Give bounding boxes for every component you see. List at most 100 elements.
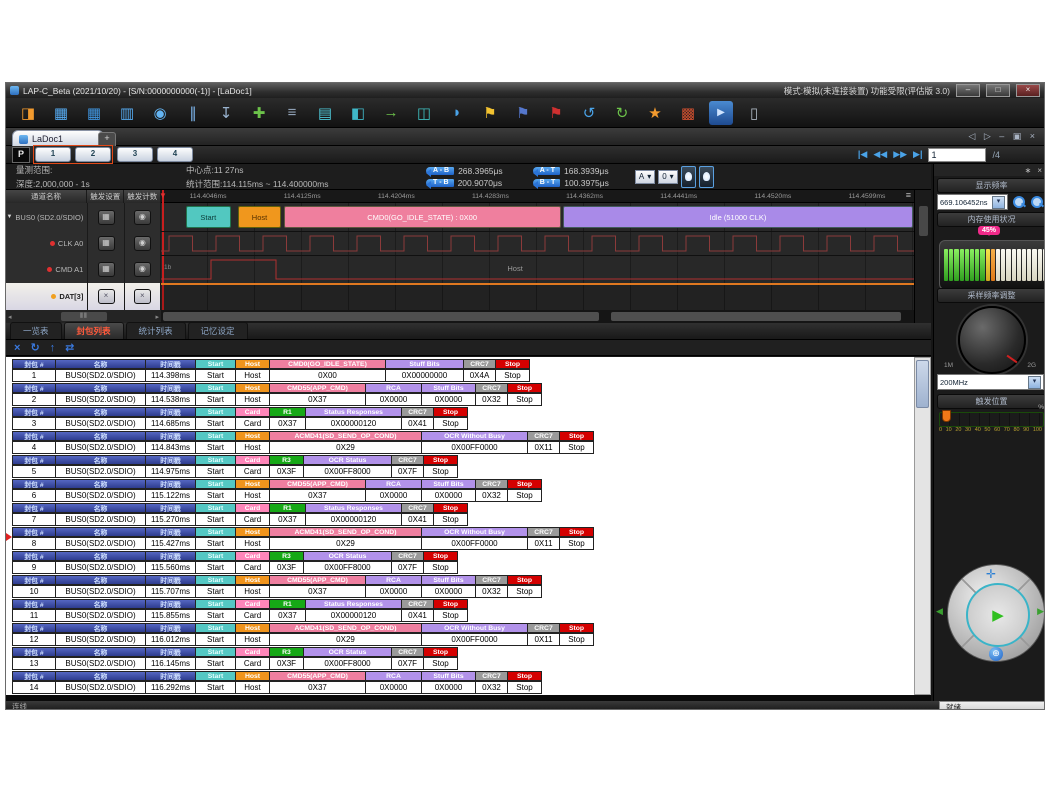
globe-icon[interactable]: ⊕ (989, 647, 1003, 661)
cursor-a-select[interactable]: A▾ (635, 170, 655, 184)
bus-settings-icon[interactable]: ▤ (313, 101, 337, 125)
save-icon[interactable]: ▦ (49, 101, 73, 125)
filter-button[interactable]: ▦ (98, 262, 115, 277)
color-cards-icon[interactable]: ◫ (412, 101, 436, 125)
waveform-v-scrollbar[interactable] (914, 190, 931, 323)
probe-icon[interactable]: ↧ (214, 101, 238, 125)
usb-device-icon[interactable]: ▯ (742, 101, 766, 125)
cursor-b-select[interactable]: 0▾ (658, 170, 677, 184)
add-tab-button[interactable]: + (98, 132, 116, 147)
maximize-button[interactable]: □ (986, 84, 1010, 97)
decode-block-teal[interactable]: Start (186, 206, 231, 228)
page-button-2[interactable]: 2 (75, 147, 111, 162)
slider-pointer[interactable] (942, 410, 951, 422)
packet-table[interactable]: 封包 #名称时间戳StartHostCMD0(GO_IDLE_STATE)Stu… (6, 357, 914, 695)
decode-block-purple[interactable]: Idle (51000 CLK) (563, 206, 913, 228)
packet-data-row[interactable]: 11BUS0(SD2.0/SDIO)115.855msStartCard0X37… (12, 609, 468, 622)
packet-data-row[interactable]: 2BUS0(SD2.0/SDIO)114.538msStartHost0X370… (12, 393, 542, 406)
packet-data-row[interactable]: 6BUS0(SD2.0/SDIO)115.122msStartHost0X370… (12, 489, 542, 502)
zoom-out-icon[interactable] (1029, 195, 1044, 209)
packet-data-row[interactable]: 7BUS0(SD2.0/SDIO)115.270msStartCard0X370… (12, 513, 468, 526)
play-icon[interactable]: ▶ (992, 606, 1004, 624)
trigger-button[interactable]: × (134, 289, 151, 304)
packet-data-row[interactable]: 4BUS0(SD2.0/SDIO)114.843msStartHost0X290… (12, 441, 594, 454)
expand-icon[interactable]: ▼ (6, 214, 12, 220)
close-panel-icon[interactable]: × (1037, 166, 1042, 175)
bottom-tab-4[interactable]: 记忆设定 (188, 322, 248, 339)
open-file-icon[interactable]: ◨ (16, 101, 40, 125)
packet-tool-icon-1[interactable]: × (14, 342, 20, 354)
trigger-button[interactable]: ◉ (134, 210, 151, 225)
packet-data-row[interactable]: 3BUS0(SD2.0/SDIO)114.685msStartCard0X370… (12, 417, 468, 430)
channel-row-dat-3-[interactable]: DAT[3]×× (6, 283, 161, 311)
page-number-input[interactable] (928, 148, 986, 162)
page-mode-icon[interactable]: P (12, 147, 30, 163)
trigger-button[interactable]: ◉ (134, 262, 151, 277)
packet-data-row[interactable]: 10BUS0(SD2.0/SDIO)115.707msStartHost0X37… (12, 585, 542, 598)
screenshot-icon[interactable]: ◉ (148, 101, 172, 125)
sample-rate-select[interactable]: 200MHz ▾ (937, 374, 1044, 390)
minimize-button[interactable]: – (956, 84, 980, 97)
window-layout-icon[interactable]: ◧ (346, 101, 370, 125)
undo-icon[interactable]: ↺ (577, 101, 601, 125)
trigger-button[interactable]: ◉ (134, 236, 151, 251)
packet-data-row[interactable]: 12BUS0(SD2.0/SDIO)116.012msStartHost0X29… (12, 633, 594, 646)
waveform-h-scrollbar[interactable] (161, 310, 914, 323)
decode-block-pink[interactable]: CMD0(GO_IDLE_STATE) : 0X00 (284, 206, 561, 228)
prev-page-button[interactable]: ◀◀ (873, 149, 887, 160)
packet-table-scrollbar[interactable] (914, 357, 931, 695)
decode-block-orange[interactable]: Host (238, 206, 281, 228)
lamp-button-2[interactable] (699, 166, 714, 188)
add-device-icon[interactable]: ✚ (247, 101, 271, 125)
flag-red-icon[interactable]: ⚑ (544, 101, 568, 125)
zoom-in-icon[interactable] (1011, 195, 1026, 209)
packet-data-row[interactable]: 1BUS0(SD2.0/SDIO)114.398msStartHost0X000… (12, 369, 530, 382)
sample-rate-knob[interactable] (958, 306, 1026, 374)
packet-data-row[interactable]: 13BUS0(SD2.0/SDIO)116.145msStartCard0X3F… (12, 657, 458, 670)
bottom-tab-2[interactable]: 封包列表 (64, 322, 124, 339)
filter-button[interactable]: ▦ (98, 210, 115, 225)
scroll-handle[interactable] (919, 206, 928, 236)
jog-right-icon[interactable]: ▶ (1037, 606, 1044, 617)
pin-icon[interactable]: ∗ (1025, 166, 1032, 175)
tab-scroll-controls[interactable]: ◁ ▷ – ▣ × (968, 131, 1038, 142)
jog-navigation-wheel[interactable]: ✛ ▶ ⊕ (947, 564, 1045, 662)
waveform-canvas[interactable]: 114.4046ms114.4125ms114.4204ms114.4283ms… (161, 190, 914, 323)
next-page-button[interactable]: ▶▶ (893, 149, 907, 160)
redo-icon[interactable]: ↻ (610, 101, 634, 125)
packet-data-row[interactable]: 5BUS0(SD2.0/SDIO)114.975msStartCard0X3F0… (12, 465, 458, 478)
last-page-button[interactable]: ▶| (913, 149, 922, 160)
video-player-icon[interactable]: ▶ (709, 101, 733, 125)
packet-tool-icon-4[interactable]: ⇄ (65, 341, 74, 354)
jog-left-icon[interactable]: ◀ (936, 606, 943, 617)
page-button-4[interactable]: 4 (157, 147, 193, 162)
channel-row-clk-a0[interactable]: CLK A0▦◉ (6, 231, 161, 256)
packet-tool-icon-3[interactable]: ↑ (50, 342, 56, 354)
filter-button[interactable]: × (98, 289, 115, 304)
close-button[interactable]: × (1016, 84, 1040, 97)
flag-yellow-icon[interactable]: ⚑ (478, 101, 502, 125)
zoom-scale-select[interactable]: 669.106452ns ▾ (937, 194, 1008, 210)
packet-data-row[interactable]: 14BUS0(SD2.0/SDIO)116.292msStartHost0X37… (12, 681, 542, 694)
packet-data-row[interactable]: 8BUS0(SD2.0/SDIO)115.427msStartHost0X290… (12, 537, 594, 550)
page-button-3[interactable]: 3 (117, 147, 153, 162)
stack-icon[interactable]: ≡ (280, 101, 304, 125)
export-icon[interactable]: → (379, 101, 403, 125)
scroll-handle[interactable] (163, 312, 599, 321)
bottom-tab-1[interactable]: 一览表 (10, 322, 62, 339)
save-as-icon[interactable]: ▦ (82, 101, 106, 125)
page-button-1[interactable]: 1 (35, 147, 71, 162)
first-page-button[interactable]: |◀ (858, 149, 867, 160)
wheel-inner[interactable]: ▶ (966, 583, 1030, 647)
channel-row-cmd-a1[interactable]: CMD A1▦◉ (6, 255, 161, 284)
flag-blue-icon[interactable]: ⚑ (511, 101, 535, 125)
film-settings-icon[interactable]: ▩ (676, 101, 700, 125)
tools-icon[interactable]: ∥ (181, 101, 205, 125)
channel-row-bus0-sd2-0-sdio-[interactable]: ▼BUS0 (SD2.0/SDIO)▦◉ (6, 203, 161, 232)
packet-tool-icon-2[interactable]: ↻ (30, 341, 39, 354)
save-settings-icon[interactable]: ▥ (115, 101, 139, 125)
trigger-position-slider[interactable] (939, 412, 1044, 427)
scroll-handle[interactable] (916, 360, 929, 408)
favorites-icon[interactable]: ★ (643, 101, 667, 125)
canvas-menu-icon[interactable]: ≡ (906, 190, 911, 200)
